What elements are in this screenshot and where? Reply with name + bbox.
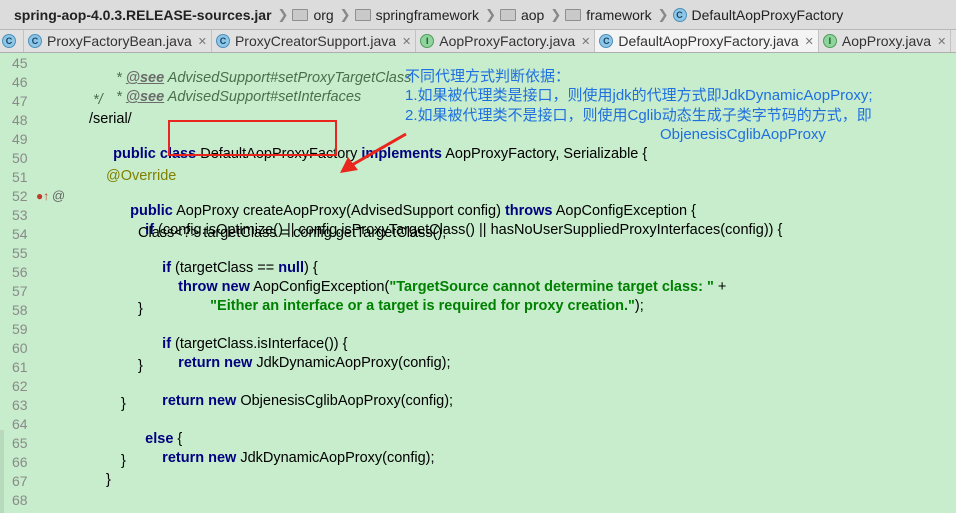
code-line-62: return new ObjenesisCglibAopProxy(config…	[162, 393, 454, 409]
breadcrumb-jar[interactable]: spring-aop-4.0.3.RELEASE-sources.jar	[0, 7, 272, 23]
code-line-66: }	[121, 453, 126, 469]
chevron-right-icon: ❯	[657, 6, 669, 22]
breadcrumb-item-aop[interactable]: ❯ aop	[479, 7, 544, 23]
folder-icon	[565, 8, 582, 21]
class-icon: C	[215, 34, 230, 48]
class-icon: C	[28, 34, 42, 48]
code-line-46: * @see AdvisedSupport#setInterfaces	[116, 89, 362, 105]
tab-aopproxyfactory[interactable]: I AopProxyFactory.java ✕	[416, 30, 596, 52]
highlight-box	[168, 120, 337, 156]
annotation-heading: 不同代理方式判断依据：	[405, 68, 571, 85]
code-line-48: /serial/	[89, 111, 132, 127]
side-panel-edge[interactable]	[0, 430, 4, 513]
tab-overflow[interactable]: C	[0, 30, 24, 52]
code-line-63: }	[121, 396, 126, 412]
close-icon[interactable]: ✕	[937, 35, 946, 48]
folder-icon	[292, 8, 309, 21]
annotation-line-2: 2.如果被代理类不是接口，则使用Cglib动态生成子类字节码的方式，即	[405, 107, 872, 124]
annotation-line-3: ObjenesisCglibAopProxy	[660, 126, 826, 143]
tab-proxyfactorybean[interactable]: C ProxyFactoryBean.java ✕	[24, 30, 212, 52]
breadcrumb-item-org[interactable]: ❯ org	[272, 7, 334, 23]
tab-aopproxy[interactable]: I AopProxy.java ✕	[819, 30, 952, 52]
class-icon: C	[2, 34, 16, 48]
class-icon: C	[672, 7, 687, 22]
tab-defaultaopproxyfactory[interactable]: C DefaultAopProxyFactory.java ✕	[595, 30, 819, 52]
chevron-right-icon: ❯	[550, 6, 562, 22]
code-line-61: }	[138, 358, 143, 374]
chevron-right-icon: ❯	[277, 6, 289, 22]
annotation-line-1: 1.如果被代理类是接口，则使用jdk的代理方式即JdkDynamicAopPro…	[405, 87, 873, 104]
breadcrumb-item-current[interactable]: ❯ C DefaultAopProxyFactory	[652, 7, 844, 23]
breadcrumb: spring-aop-4.0.3.RELEASE-sources.jar ❯ o…	[0, 0, 956, 30]
close-icon[interactable]: ✕	[805, 35, 814, 48]
breadcrumb-item-framework[interactable]: ❯ framework	[544, 7, 651, 23]
folder-icon	[354, 8, 371, 21]
tab-proxycreatorsupport[interactable]: C ProxyCreatorSupport.java ✕	[212, 30, 417, 52]
code-line-47: */	[93, 92, 103, 108]
class-icon: C	[599, 34, 614, 48]
code-line-54: Class<?> targetClass = config.getTargetC…	[138, 225, 447, 241]
annotation-arrow-icon	[340, 132, 407, 173]
editor-tabs: C C ProxyFactoryBean.java ✕ C ProxyCreat…	[0, 30, 956, 53]
close-icon[interactable]: ✕	[581, 35, 590, 48]
folder-icon	[499, 8, 516, 21]
interface-icon: I	[822, 34, 837, 48]
close-icon[interactable]: ✕	[198, 35, 207, 48]
interface-icon: I	[420, 34, 435, 48]
close-icon[interactable]: ✕	[402, 35, 411, 48]
code-line-67: }	[106, 472, 111, 488]
chevron-right-icon: ❯	[339, 6, 351, 22]
code-line-58: }	[138, 301, 143, 317]
breadcrumb-item-springframework[interactable]: ❯ springframework	[334, 7, 479, 23]
code-line-65: return new JdkDynamicAopProxy(config);	[162, 450, 435, 466]
code-editor[interactable]: 45 46 47 48 49 50 51 52 53 54 55 56 57 5…	[0, 53, 956, 513]
code-line-51: @Override	[106, 168, 177, 184]
chevron-right-icon: ❯	[485, 6, 496, 22]
